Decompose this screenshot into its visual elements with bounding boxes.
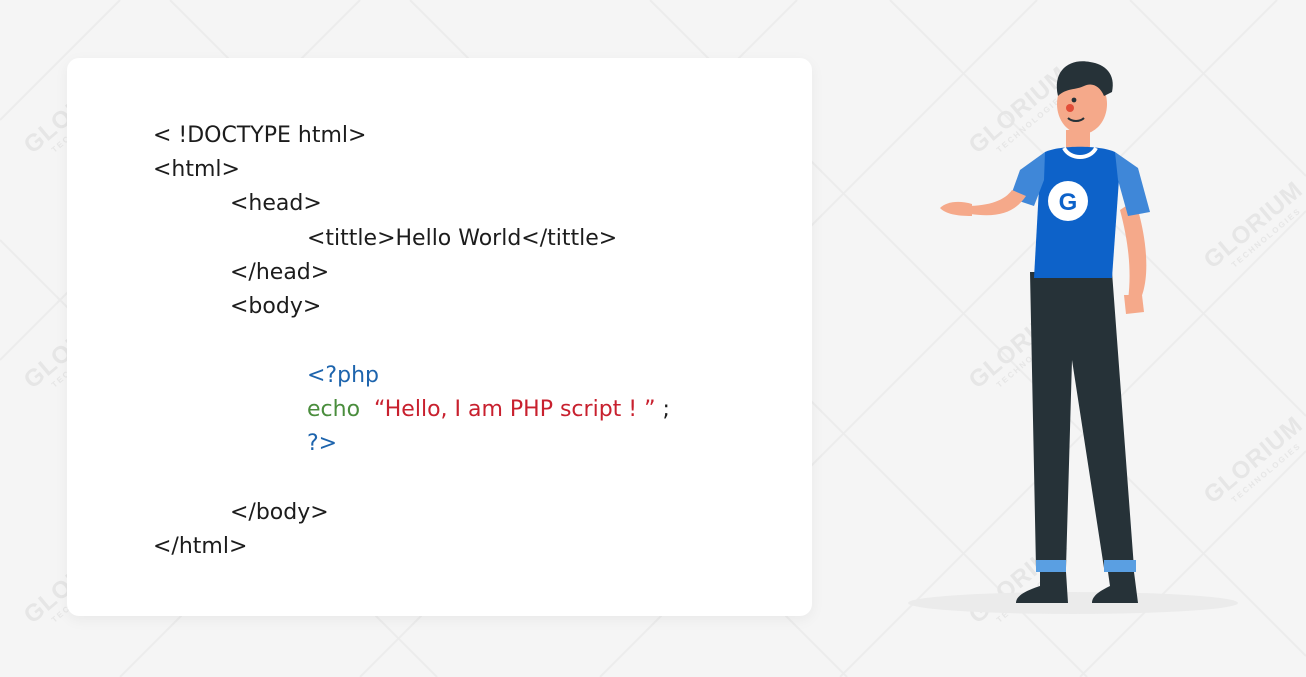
right-cuff: [1104, 560, 1136, 572]
code-line-body-close: </body>: [230, 500, 329, 525]
code-line-doctype: < !DOCTYPE html>: [153, 123, 367, 148]
svg-text:G: G: [1059, 189, 1078, 216]
code-line-echo: echo “Hello, I am PHP script ! ” ;: [307, 396, 670, 424]
code-line-head-close: </head>: [230, 260, 330, 285]
hand: [940, 201, 972, 216]
left-shoe: [1016, 572, 1068, 603]
code-line-html-close: </html>: [153, 534, 248, 559]
right-shoe: [1092, 572, 1138, 603]
shirt-sleeve-right: [1115, 152, 1150, 216]
pants: [1030, 272, 1134, 568]
code-card: < !DOCTYPE html> <html> <head> <tittle>H…: [67, 58, 812, 616]
code-line-php-close: ?>: [307, 431, 338, 456]
code-line-html-open: <html>: [153, 157, 240, 182]
code-line-php-open: <?php: [307, 363, 379, 388]
echo-keyword: echo: [307, 397, 361, 422]
echo-string: “Hello, I am PHP script ! ”: [374, 397, 656, 422]
echo-semicolon: ;: [662, 397, 670, 422]
developer-illustration: G: [908, 61, 1238, 614]
code-line-head-open: <head>: [230, 191, 322, 216]
code-line-body-open: <body>: [230, 294, 322, 319]
cheek: [1066, 104, 1074, 112]
front-arm: [966, 190, 1026, 216]
code-line-title: <tittle>Hello World</tittle>: [307, 226, 618, 251]
floor-shadow: [908, 592, 1238, 614]
left-cuff: [1036, 560, 1066, 572]
